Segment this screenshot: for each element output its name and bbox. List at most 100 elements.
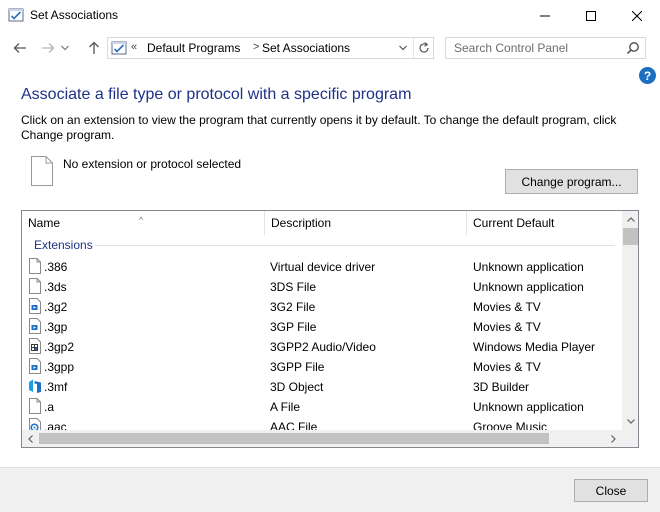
window-title: Set Associations xyxy=(30,8,119,22)
search-box[interactable] xyxy=(445,37,646,59)
column-header-current-default[interactable]: Current Default xyxy=(467,211,622,235)
horizontal-scrollbar[interactable] xyxy=(22,430,622,447)
video-file-icon xyxy=(28,318,42,334)
breadcrumb-default-programs[interactable]: Default Programs xyxy=(147,41,240,55)
row-default: Movies & TV xyxy=(473,320,541,334)
breadcrumb-set-associations[interactable]: Set Associations xyxy=(262,41,350,55)
vertical-scroll-thumb[interactable] xyxy=(623,228,638,245)
refresh-icon xyxy=(418,42,429,53)
scroll-left-button[interactable] xyxy=(22,430,39,447)
row-default: Unknown application xyxy=(473,260,584,274)
up-button[interactable] xyxy=(84,38,104,58)
help-button[interactable]: ? xyxy=(639,67,656,84)
back-button[interactable] xyxy=(10,38,30,58)
table-row[interactable]: .386 Virtual device driver Unknown appli… xyxy=(22,256,622,276)
close-icon xyxy=(632,10,642,21)
row-description: 3DS File xyxy=(270,280,317,294)
row-default: Movies & TV xyxy=(473,300,541,314)
close-button[interactable]: Close xyxy=(574,479,648,502)
forward-button[interactable] xyxy=(38,38,58,58)
breadcrumb-separator[interactable]: > xyxy=(253,41,259,53)
3d-builder-icon xyxy=(28,378,42,394)
arrow-up-icon xyxy=(89,41,99,54)
arrow-left-icon xyxy=(13,43,26,53)
row-default: Unknown application xyxy=(473,400,584,414)
chevron-left-icon xyxy=(28,434,33,443)
row-default: 3D Builder xyxy=(473,380,530,394)
video-file-icon xyxy=(28,298,42,314)
maximize-button[interactable] xyxy=(568,0,614,31)
vertical-scrollbar[interactable] xyxy=(622,211,638,430)
scroll-down-button[interactable] xyxy=(622,413,638,430)
scroll-up-button[interactable] xyxy=(622,211,638,228)
row-name: .3gp2 xyxy=(44,340,75,354)
row-name: .3gpp xyxy=(44,360,75,374)
group-label: Extensions xyxy=(34,238,93,252)
table-row[interactable]: .3ds 3DS File Unknown application xyxy=(22,276,622,296)
blank-file-icon xyxy=(31,156,53,186)
row-name: .386 xyxy=(44,260,68,274)
breadcrumb-overflow[interactable]: « xyxy=(131,41,137,53)
blank-file-icon xyxy=(28,278,42,294)
close-window-button[interactable] xyxy=(614,0,660,31)
table-row[interactable]: .3g2 3G2 File Movies & TV xyxy=(22,296,622,316)
video-file-icon xyxy=(28,358,42,374)
row-default: Unknown application xyxy=(473,280,584,294)
group-header-extensions[interactable]: Extensions xyxy=(22,237,622,253)
table-row[interactable]: .3gpp 3GPP File Movies & TV xyxy=(22,356,622,376)
refresh-button[interactable] xyxy=(413,38,433,58)
minimize-icon xyxy=(540,15,550,16)
row-description: 3GP File xyxy=(270,320,317,334)
minimize-button[interactable] xyxy=(522,0,568,31)
column-header-description[interactable]: Description xyxy=(265,211,467,235)
address-dropdown-button[interactable] xyxy=(394,38,412,58)
row-description: A File xyxy=(270,400,301,414)
title-bar: Set Associations xyxy=(0,0,660,31)
arrow-right-icon xyxy=(42,43,55,53)
page-description: Click on an extension to view the progra… xyxy=(21,113,617,142)
table-row[interactable]: .3gp 3GP File Movies & TV xyxy=(22,316,622,336)
row-description: 3GPP File xyxy=(270,360,325,374)
blank-file-icon xyxy=(28,258,42,274)
extensions-list[interactable]: Name ^ Description Current Default Exten… xyxy=(21,210,639,448)
row-default: Windows Media Player xyxy=(473,340,596,354)
row-name: .3gp xyxy=(44,320,68,334)
row-description: 3D Object xyxy=(270,380,324,394)
maximize-icon xyxy=(586,10,596,21)
page-title: Associate a file type or protocol with a… xyxy=(21,86,412,103)
address-bar[interactable]: « Default Programs > Set Associations xyxy=(107,37,434,59)
chevron-down-icon xyxy=(626,419,635,424)
control-panel-icon xyxy=(111,40,127,56)
row-name: .3ds xyxy=(44,280,67,294)
row-name: .a xyxy=(44,400,55,414)
group-divider xyxy=(95,245,615,246)
dialog-footer: Close xyxy=(0,467,660,512)
chevron-right-icon xyxy=(611,434,616,443)
table-row[interactable]: .a A File Unknown application xyxy=(22,396,622,416)
row-name: .3g2 xyxy=(44,300,68,314)
table-row[interactable]: .3mf 3D Object 3D Builder xyxy=(22,376,622,396)
row-description: Virtual device driver xyxy=(270,260,376,274)
chevron-down-icon xyxy=(61,45,69,51)
change-program-button[interactable]: Change program... xyxy=(505,169,638,194)
sort-ascending-icon: ^ xyxy=(139,215,144,225)
selected-extension-text: No extension or protocol selected xyxy=(63,157,242,171)
search-input[interactable] xyxy=(446,38,624,58)
media-player-file-icon xyxy=(28,338,42,354)
chevron-down-icon xyxy=(399,45,407,51)
scroll-right-button[interactable] xyxy=(605,430,622,447)
scrollbar-corner xyxy=(622,430,638,447)
control-panel-icon xyxy=(8,7,24,23)
row-description: 3GPP2 Audio/Video xyxy=(270,340,376,354)
list-header: Name ^ Description Current Default xyxy=(22,211,622,235)
table-row[interactable]: .3gp2 3GPP2 Audio/Video Windows Media Pl… xyxy=(22,336,622,356)
row-description: 3G2 File xyxy=(270,300,316,314)
column-header-name[interactable]: Name ^ xyxy=(22,211,265,235)
row-default: Movies & TV xyxy=(473,360,541,374)
recent-locations-button[interactable] xyxy=(58,38,72,58)
horizontal-scroll-thumb[interactable] xyxy=(39,433,549,444)
row-name: .3mf xyxy=(44,380,68,394)
search-icon[interactable] xyxy=(626,41,640,55)
chevron-up-icon xyxy=(626,217,635,222)
blank-file-icon xyxy=(28,398,42,414)
